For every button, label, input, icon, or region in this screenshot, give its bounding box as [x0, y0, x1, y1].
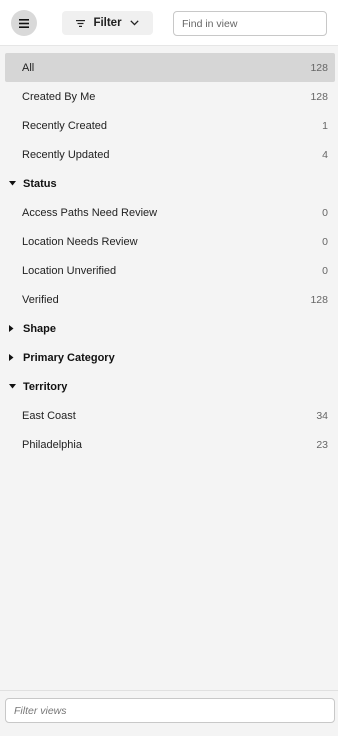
view-label: Access Paths Need Review: [22, 206, 158, 219]
view-label: Philadelphia: [22, 438, 82, 451]
group-header-primary-category[interactable]: Primary Category: [5, 343, 335, 372]
view-count: 128: [310, 293, 328, 306]
view-count: 1: [322, 119, 328, 132]
bottom-bar: [0, 690, 338, 736]
caret-down-icon: [9, 181, 23, 186]
view-count: 0: [322, 264, 328, 277]
group-header-shape[interactable]: Shape: [5, 314, 335, 343]
view-item-philadelphia[interactable]: Philadelphia 23: [5, 430, 335, 459]
view-label: Recently Created: [22, 119, 107, 132]
hamburger-icon: [19, 18, 29, 28]
caret-right-icon: [9, 354, 23, 361]
filter-button[interactable]: Filter: [62, 11, 153, 35]
group-label: Shape: [23, 322, 57, 335]
view-count: 23: [316, 438, 328, 451]
view-label: Location Needs Review: [22, 235, 138, 248]
view-label: East Coast: [22, 409, 76, 422]
view-item-east-coast[interactable]: East Coast 34: [5, 401, 335, 430]
view-item-recently-created[interactable]: Recently Created 1: [5, 111, 335, 140]
view-label: Location Unverified: [22, 264, 117, 277]
view-item-access-paths-need-review[interactable]: Access Paths Need Review 0: [5, 198, 335, 227]
view-item-created-by-me[interactable]: Created By Me 128: [5, 82, 335, 111]
views-list: All 128 Created By Me 128 Recently Creat…: [0, 53, 338, 459]
view-label: Verified: [22, 293, 59, 306]
caret-right-icon: [9, 325, 23, 332]
view-count: 128: [310, 61, 328, 74]
group-label: Territory: [23, 380, 68, 393]
view-item-recently-updated[interactable]: Recently Updated 4: [5, 140, 335, 169]
menu-button[interactable]: [11, 10, 37, 36]
view-item-all[interactable]: All 128: [5, 53, 335, 82]
view-item-location-needs-review[interactable]: Location Needs Review 0: [5, 227, 335, 256]
filter-views-input[interactable]: [5, 698, 335, 723]
view-count: 34: [316, 409, 328, 422]
view-label: All: [22, 61, 35, 74]
caret-down-icon: [9, 384, 23, 389]
find-in-view-input[interactable]: [173, 11, 327, 36]
top-toolbar: Filter: [0, 0, 338, 46]
chevron-down-icon: [129, 20, 139, 26]
view-item-location-unverified[interactable]: Location Unverified 0: [5, 256, 335, 285]
view-count: 0: [322, 206, 328, 219]
group-header-territory[interactable]: Territory: [5, 372, 335, 401]
view-label: Created By Me: [22, 90, 96, 103]
view-count: 128: [310, 90, 328, 103]
filter-lines-icon: [76, 19, 86, 27]
view-item-verified[interactable]: Verified 128: [5, 285, 335, 314]
group-header-status[interactable]: Status: [5, 169, 335, 198]
view-label: Recently Updated: [22, 148, 110, 161]
group-label: Primary Category: [23, 351, 115, 364]
view-count: 4: [322, 148, 328, 161]
view-count: 0: [322, 235, 328, 248]
group-label: Status: [23, 177, 57, 190]
filter-button-label: Filter: [93, 17, 122, 29]
